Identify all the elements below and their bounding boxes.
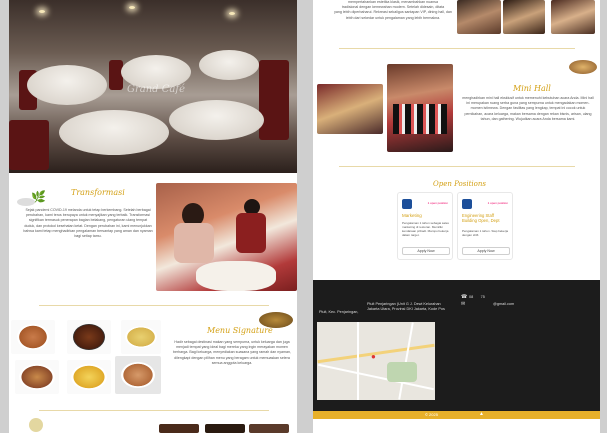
section-title-menu-signature: Menu Signature bbox=[207, 326, 273, 335]
mini-hall-photo bbox=[387, 64, 453, 152]
copyright: © 2025 bbox=[425, 412, 438, 417]
mini-hall-photo bbox=[317, 84, 383, 134]
food-photo bbox=[67, 320, 111, 354]
job-icon bbox=[402, 199, 412, 209]
food-photo bbox=[121, 320, 161, 354]
food-photo bbox=[115, 356, 161, 394]
section-divider bbox=[39, 305, 269, 306]
job-title: Engineering Staff Building Open, Dept bbox=[462, 213, 500, 223]
location-map[interactable]: ● bbox=[317, 322, 435, 400]
footer-bar: © 2025 ▲ bbox=[313, 411, 600, 419]
footer-email[interactable]: @gmail.com bbox=[493, 302, 514, 306]
food-photo bbox=[67, 360, 111, 394]
left-page-preview[interactable]: Grand Café 🌿 Transformasi Sejak pandemi … bbox=[9, 0, 297, 433]
section-title-mini-hall: Mini Hall bbox=[513, 84, 551, 93]
location-pin-icon: ● bbox=[371, 352, 376, 361]
food-photo bbox=[11, 320, 55, 354]
job-card-engineering[interactable]: 1 open position Engineering Staff Buildi… bbox=[457, 192, 513, 260]
transformasi-body: Sejak pandemi COVID-19 melanda untuk tet… bbox=[23, 208, 153, 239]
restaurant-photo bbox=[551, 0, 595, 34]
dish-illustration bbox=[569, 60, 597, 74]
job-desc: Pengalaman 1 tahun. Siap bekerja dengan … bbox=[462, 229, 509, 237]
menu-signature-body: Hadir sebagai destinasi makan yang sempu… bbox=[172, 340, 292, 365]
scroll-top-icon[interactable]: ▲ bbox=[479, 411, 484, 417]
food-photo bbox=[15, 360, 59, 394]
section-divider bbox=[39, 410, 269, 411]
ceiling-light bbox=[129, 6, 135, 9]
apply-now-button[interactable]: Apply Now bbox=[462, 247, 510, 255]
dining-table bbox=[27, 65, 107, 105]
section-divider bbox=[339, 48, 575, 49]
footer-address: Pluit, Kec. Penjaringan, bbox=[319, 310, 359, 314]
footer-address-detail: Pluit Penjaringan (Unit G J. Dewi Kelura… bbox=[367, 302, 445, 311]
job-card-marketing[interactable]: 1 open position Marketing Pengalaman 1 t… bbox=[397, 192, 453, 260]
section-title-open-positions: Open Positions bbox=[433, 180, 486, 188]
job-icon bbox=[462, 199, 472, 209]
section-title-transformasi: Transformasi bbox=[71, 188, 125, 197]
dining-table bbox=[59, 110, 169, 155]
section-divider bbox=[339, 166, 575, 167]
job-title: Marketing bbox=[402, 213, 422, 218]
phone-icon: ☎ bbox=[461, 294, 468, 300]
right-page-preview[interactable]: mempertahankan estetika klasik, menambah… bbox=[313, 0, 600, 433]
dining-table bbox=[199, 50, 259, 80]
ceiling-light bbox=[229, 12, 235, 15]
mini-hall-body: menghadirkan mini hall eksklusif untuk m… bbox=[462, 96, 594, 121]
restaurant-photo bbox=[457, 0, 501, 34]
job-desc: Pengalaman 1 tahun sebagai sales marketi… bbox=[402, 221, 449, 237]
intro-text: mempertahankan estetika klasik, menambah… bbox=[334, 0, 452, 20]
guests-dining-photo bbox=[156, 183, 297, 291]
mail-icon: ✉ bbox=[461, 301, 466, 307]
ceiling-light bbox=[39, 10, 45, 13]
dish-illustration bbox=[259, 312, 293, 328]
apply-now-button[interactable]: Apply Now bbox=[402, 247, 450, 255]
hero-title: Grand Café bbox=[127, 84, 185, 95]
hero-banner: Grand Café bbox=[9, 0, 297, 173]
footer-phone[interactable]: 08 75 bbox=[469, 295, 485, 299]
restaurant-photo bbox=[503, 0, 545, 34]
dining-table bbox=[169, 100, 264, 140]
